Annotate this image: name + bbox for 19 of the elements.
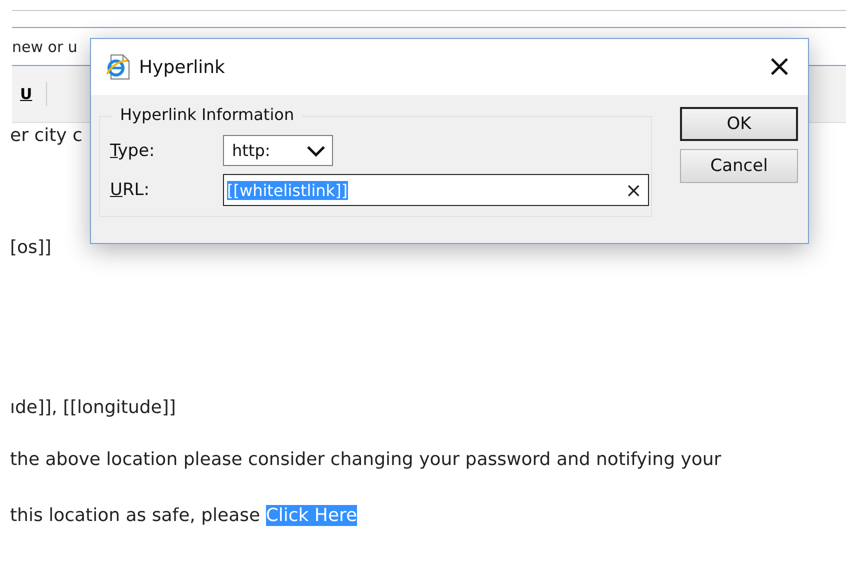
- type-dropdown[interactable]: http:: [223, 135, 333, 166]
- close-button[interactable]: ×: [762, 52, 796, 82]
- body-text: the above location please consider changing your password and notifying your: [10, 449, 722, 470]
- chevron-down-icon: [306, 144, 326, 156]
- cancel-button[interactable]: Cancel: [680, 149, 798, 183]
- clear-button[interactable]: ×: [625, 178, 642, 202]
- body-text: ıde]], [[longitude]]: [10, 397, 176, 418]
- url-label: URL:: [110, 180, 150, 200]
- dialog-title: Hyperlink: [139, 56, 226, 78]
- group-title: Hyperlink Information: [112, 105, 302, 124]
- type-label: Type:: [110, 140, 156, 160]
- body-text: [os]]: [10, 237, 52, 258]
- underline-button[interactable]: U: [18, 83, 34, 105]
- subject-text: new or u: [12, 38, 78, 56]
- body-text: er city c: [10, 125, 82, 146]
- ok-button[interactable]: OK: [680, 107, 798, 141]
- url-field[interactable]: [[whitelistlink]] ×: [223, 174, 649, 206]
- browser-page-icon: [105, 53, 131, 81]
- body-text: this location as safe, please Click Here: [10, 505, 358, 526]
